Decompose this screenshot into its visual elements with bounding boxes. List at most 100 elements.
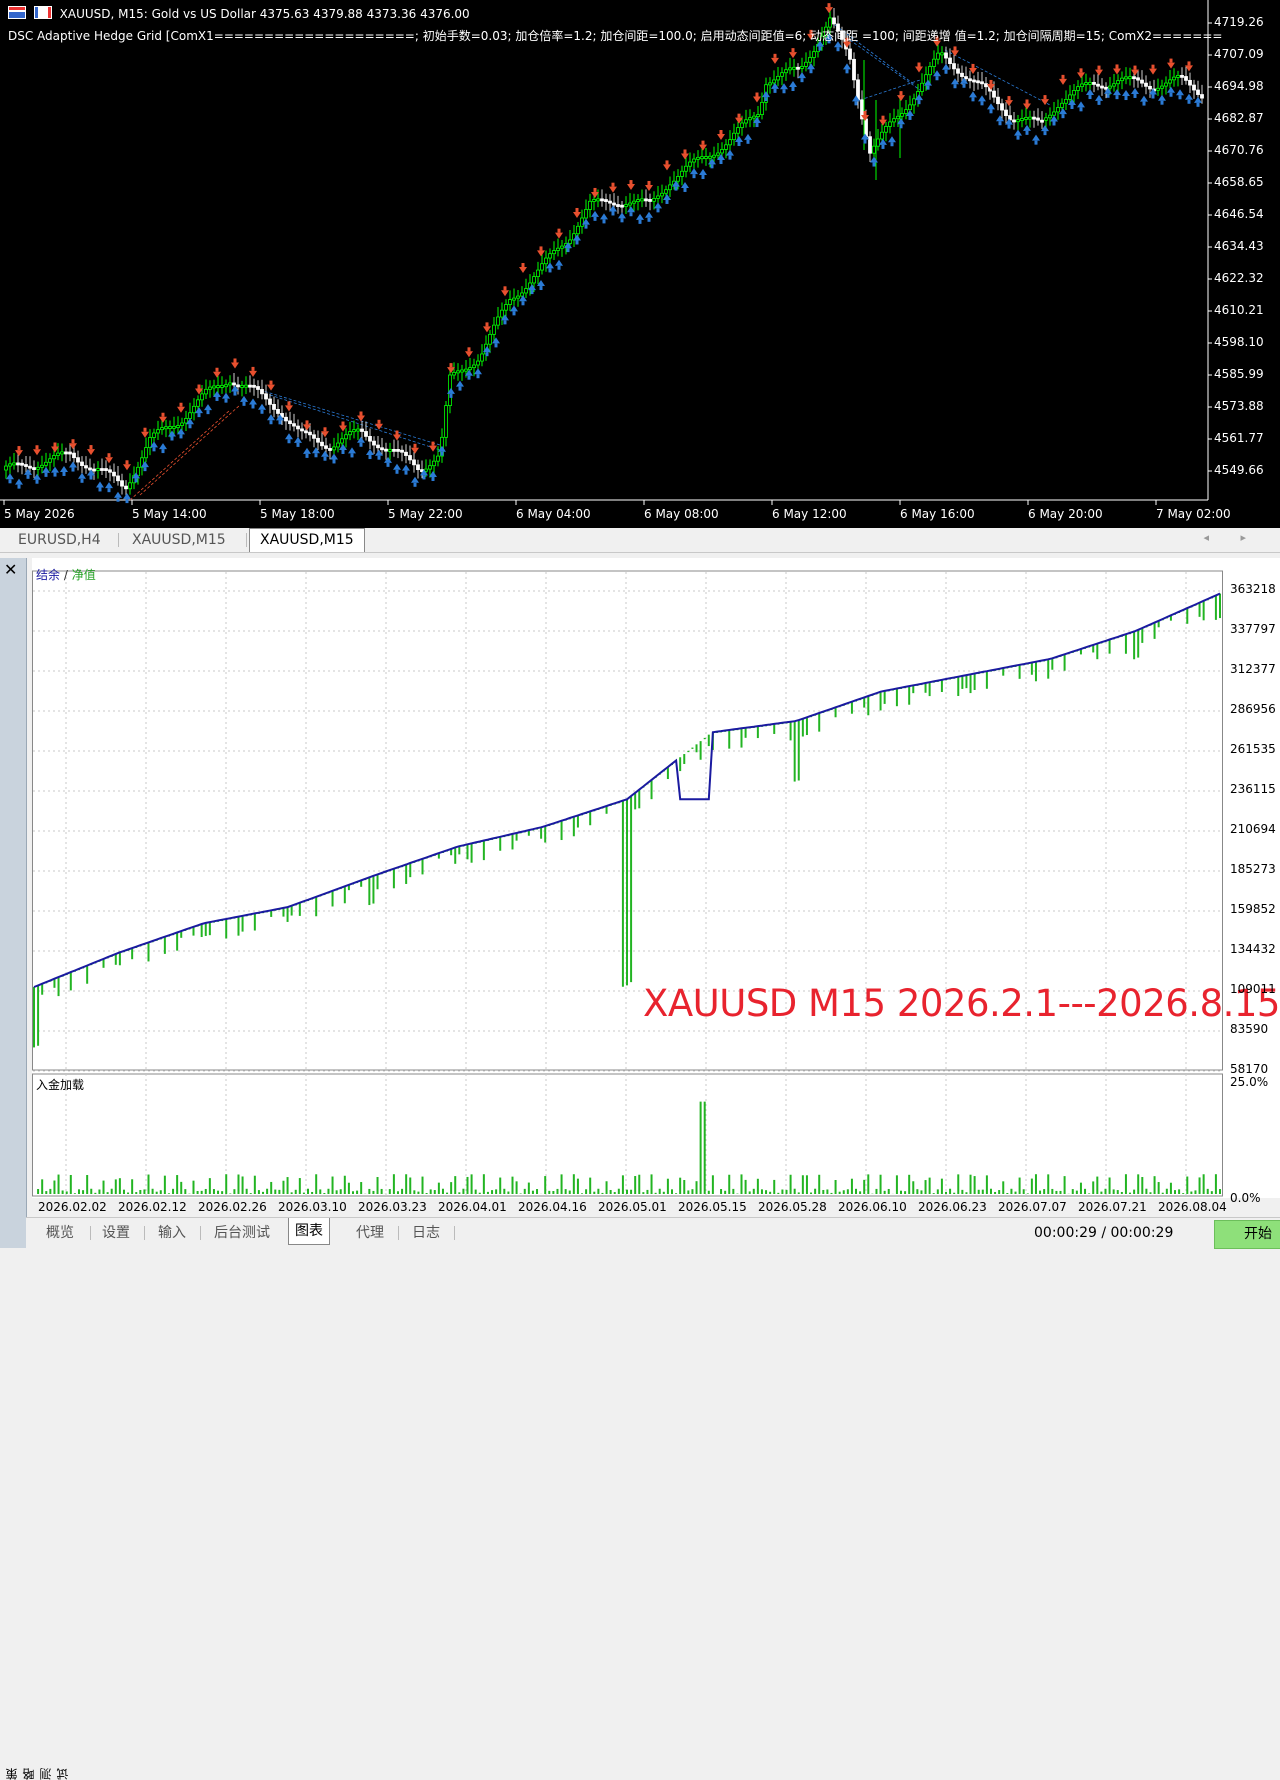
candle-body: [4, 465, 8, 471]
tab-journal[interactable]: 日志: [406, 1222, 446, 1244]
chart-title: XAUUSD, M15: Gold vs US Dollar 4375.63 4…: [8, 6, 470, 21]
tab-backtest[interactable]: 后台测试: [208, 1222, 276, 1244]
sell-arrow-icon: [123, 464, 131, 471]
candle-body: [240, 385, 244, 388]
candle-body: [732, 132, 736, 141]
candle-body: [696, 156, 700, 160]
price-chart[interactable]: XAUUSD, M15: Gold vs US Dollar 4375.63 4…: [0, 0, 1280, 528]
buy-arrow-icon: [1061, 114, 1065, 119]
sell-arrow-icon: [627, 184, 635, 191]
close-icon[interactable]: ✕: [4, 560, 17, 579]
candle-body: [796, 66, 800, 70]
sell-arrow-icon: [213, 371, 221, 378]
candle-body: [84, 465, 88, 469]
candle-body: [748, 117, 752, 121]
buy-arrow-icon: [611, 211, 615, 216]
candle-body: [1032, 116, 1036, 120]
candle-body: [128, 482, 132, 490]
candle-body: [80, 461, 84, 467]
sell-arrow-icon: [17, 446, 21, 451]
candle-body: [868, 136, 872, 154]
candle-body: [1104, 86, 1108, 90]
candle-body: [116, 475, 120, 482]
tab-eurusd-h4[interactable]: EURUSD,H4: [8, 530, 111, 550]
sell-arrow-icon: [755, 92, 759, 97]
candle-body: [264, 393, 268, 400]
price-tick-label: 4707.09: [1214, 47, 1264, 61]
tab-chart[interactable]: 图表: [288, 1218, 330, 1245]
sell-arrow-icon: [1151, 64, 1155, 69]
tab-overview[interactable]: 概览: [40, 1222, 80, 1244]
candle-body: [40, 464, 44, 468]
buy-arrow-icon: [836, 47, 840, 52]
sell-arrow-icon: [1113, 68, 1121, 75]
sell-arrow-icon: [107, 453, 111, 458]
buy-arrow-icon: [800, 78, 804, 83]
tab-xauusd-m15[interactable]: XAUUSD,M15: [122, 530, 236, 550]
candle-body: [812, 51, 816, 58]
buy-arrow-icon: [321, 450, 329, 457]
sell-arrow-icon: [593, 187, 597, 192]
tab-agents[interactable]: 代理: [350, 1222, 390, 1244]
y-tick-label: 134432: [1230, 942, 1276, 956]
candle-body: [428, 465, 432, 470]
time-tick-label: 6 May 20:00: [1028, 507, 1103, 521]
sell-arrow-icon: [737, 113, 741, 118]
price-chart-canvas[interactable]: [0, 0, 1280, 528]
candle-body: [1060, 102, 1064, 108]
buy-arrow-icon: [44, 472, 48, 477]
candle-body: [676, 176, 680, 182]
candle-body: [316, 437, 320, 443]
candle-body: [736, 127, 740, 134]
sell-arrow-icon: [287, 401, 291, 406]
buy-arrow-icon: [204, 404, 212, 411]
sell-arrow-icon: [285, 405, 293, 412]
candle-body: [340, 438, 344, 444]
buy-arrow-icon: [683, 187, 687, 192]
buy-arrow-icon: [996, 115, 1004, 122]
candle-body: [300, 428, 304, 432]
sell-arrow-icon: [33, 449, 41, 456]
candle-body: [60, 451, 64, 455]
candle-body: [512, 297, 516, 301]
sell-arrow-icon: [1077, 72, 1085, 79]
symbol-line: XAUUSD, M15: Gold vs US Dollar 4375.63 4…: [59, 7, 470, 21]
candle-body: [208, 386, 212, 390]
tab-inputs[interactable]: 输入: [152, 1222, 192, 1244]
buy-arrow-icon: [24, 468, 32, 475]
start-button[interactable]: 开始: [1214, 1220, 1280, 1249]
strategy-tester-label[interactable]: 策略测试: [3, 1768, 71, 1780]
buy-arrow-icon: [728, 155, 732, 160]
buy-arrow-icon: [314, 453, 318, 458]
candle-body: [1100, 85, 1104, 89]
candle-body: [292, 423, 296, 427]
candle-body: [328, 448, 332, 451]
buy-arrow-icon: [467, 375, 471, 380]
sell-arrow-icon: [771, 57, 779, 64]
tab-settings[interactable]: 设置: [96, 1222, 136, 1244]
tab-scroll-arrows[interactable]: ◂ ▸: [1203, 531, 1260, 544]
buy-arrow-icon: [1043, 131, 1047, 136]
candle-body: [364, 431, 368, 437]
bar-chart-icon[interactable]: [33, 6, 52, 19]
candle-body: [904, 109, 908, 114]
buy-arrow-icon: [744, 133, 752, 140]
window-menu-icon[interactable]: [8, 6, 26, 19]
candle-body: [700, 156, 704, 160]
candle-body: [272, 404, 276, 410]
sell-arrow-icon: [377, 419, 381, 424]
sell-arrow-icon: [411, 447, 419, 454]
tab-xauusd-m15-active[interactable]: XAUUSD,M15: [249, 528, 365, 552]
candle-body: [1200, 94, 1204, 99]
buy-arrow-icon: [618, 212, 626, 219]
sell-arrow-icon: [521, 263, 525, 268]
candle-body: [12, 462, 16, 466]
buy-arrow-icon: [305, 453, 309, 458]
candle-body: [1040, 119, 1044, 123]
tester-chart: 结余 / 净值 入金加载: [32, 558, 1280, 1198]
candle-body: [788, 67, 792, 71]
buy-arrow-icon: [26, 474, 30, 479]
candle-body: [368, 436, 372, 442]
candle-body: [52, 455, 56, 460]
candle-body: [956, 68, 960, 74]
